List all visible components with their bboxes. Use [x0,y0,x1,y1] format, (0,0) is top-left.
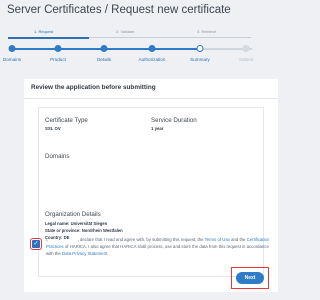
service-duration-value: 1 year [151,126,164,131]
step-tabs: 1. Request 2. Validate 3. Retrieve [0,29,292,39]
privacy-statement-link[interactable]: Data Privacy Statement [62,251,107,256]
domains-label: Domains [45,153,70,160]
progress-label-summary[interactable]: Summary [190,57,210,62]
progress-dot-product[interactable] [54,45,62,52]
progress-dot-details[interactable] [100,45,108,52]
review-divider [24,98,278,99]
agreement-text-2: , declare that I read and agree with, by… [77,237,205,242]
progress-dot-summary[interactable] [196,45,204,52]
progress-label-domains[interactable]: Domains [3,57,21,62]
page-title: Server Certificates / Request new certif… [7,4,231,16]
legal-name-value: Universität Siegen [70,221,108,226]
progress-label-details[interactable]: Details [97,57,111,62]
checkmark-icon: ✓ [33,241,39,247]
page: Server Certificates / Request new certif… [0,0,292,300]
step-request[interactable]: 1. Request [34,29,53,34]
progress-label-submit: Submit [238,57,254,62]
certificate-type-label: Certificate Type [45,117,88,124]
step-validate-underline [89,37,170,38]
review-title: Review the application before submitting [31,84,156,91]
agreement-text-1: I, [46,237,50,242]
progress-dot-authorization[interactable] [148,45,156,52]
step-request-underline [8,36,89,39]
service-duration-label: Service Duration [151,117,197,124]
agreement-text: I, , declare that I read and agree with,… [46,236,270,257]
next-button[interactable]: Next [236,272,264,284]
review-card: Review the application before submitting… [24,79,278,292]
legal-name-label: Legal name: [45,221,70,226]
progress-dot-submit [242,45,250,52]
org-details-label: Organization Details [45,211,101,218]
progress-dot-domains[interactable] [8,45,16,52]
next-button-highlight: Next [231,267,269,289]
terms-of-use-link[interactable]: Terms of Use [205,237,230,242]
progress-label-authorization[interactable]: Authorization [139,57,166,62]
state-value: Nordrhein Westfalen [81,228,123,233]
agreement-text-5: . [107,251,109,256]
step-retrieve[interactable]: 3. Retrieve [197,29,216,34]
step-validate[interactable]: 2. Validate [116,29,135,34]
certificate-type-value: SSL OV [45,126,61,131]
step-retrieve-underline [170,37,251,38]
progress-label-product[interactable]: Product [50,57,66,62]
state-label: State or province: [45,228,81,233]
legal-name-row: Legal name: Universität Siegen [45,221,107,226]
state-row: State or province: Nordrhein Westfalen [45,228,123,233]
agreement-text-3: and the [229,237,247,242]
agree-checkbox[interactable]: ✓ [30,238,42,250]
progress-track [12,48,252,50]
